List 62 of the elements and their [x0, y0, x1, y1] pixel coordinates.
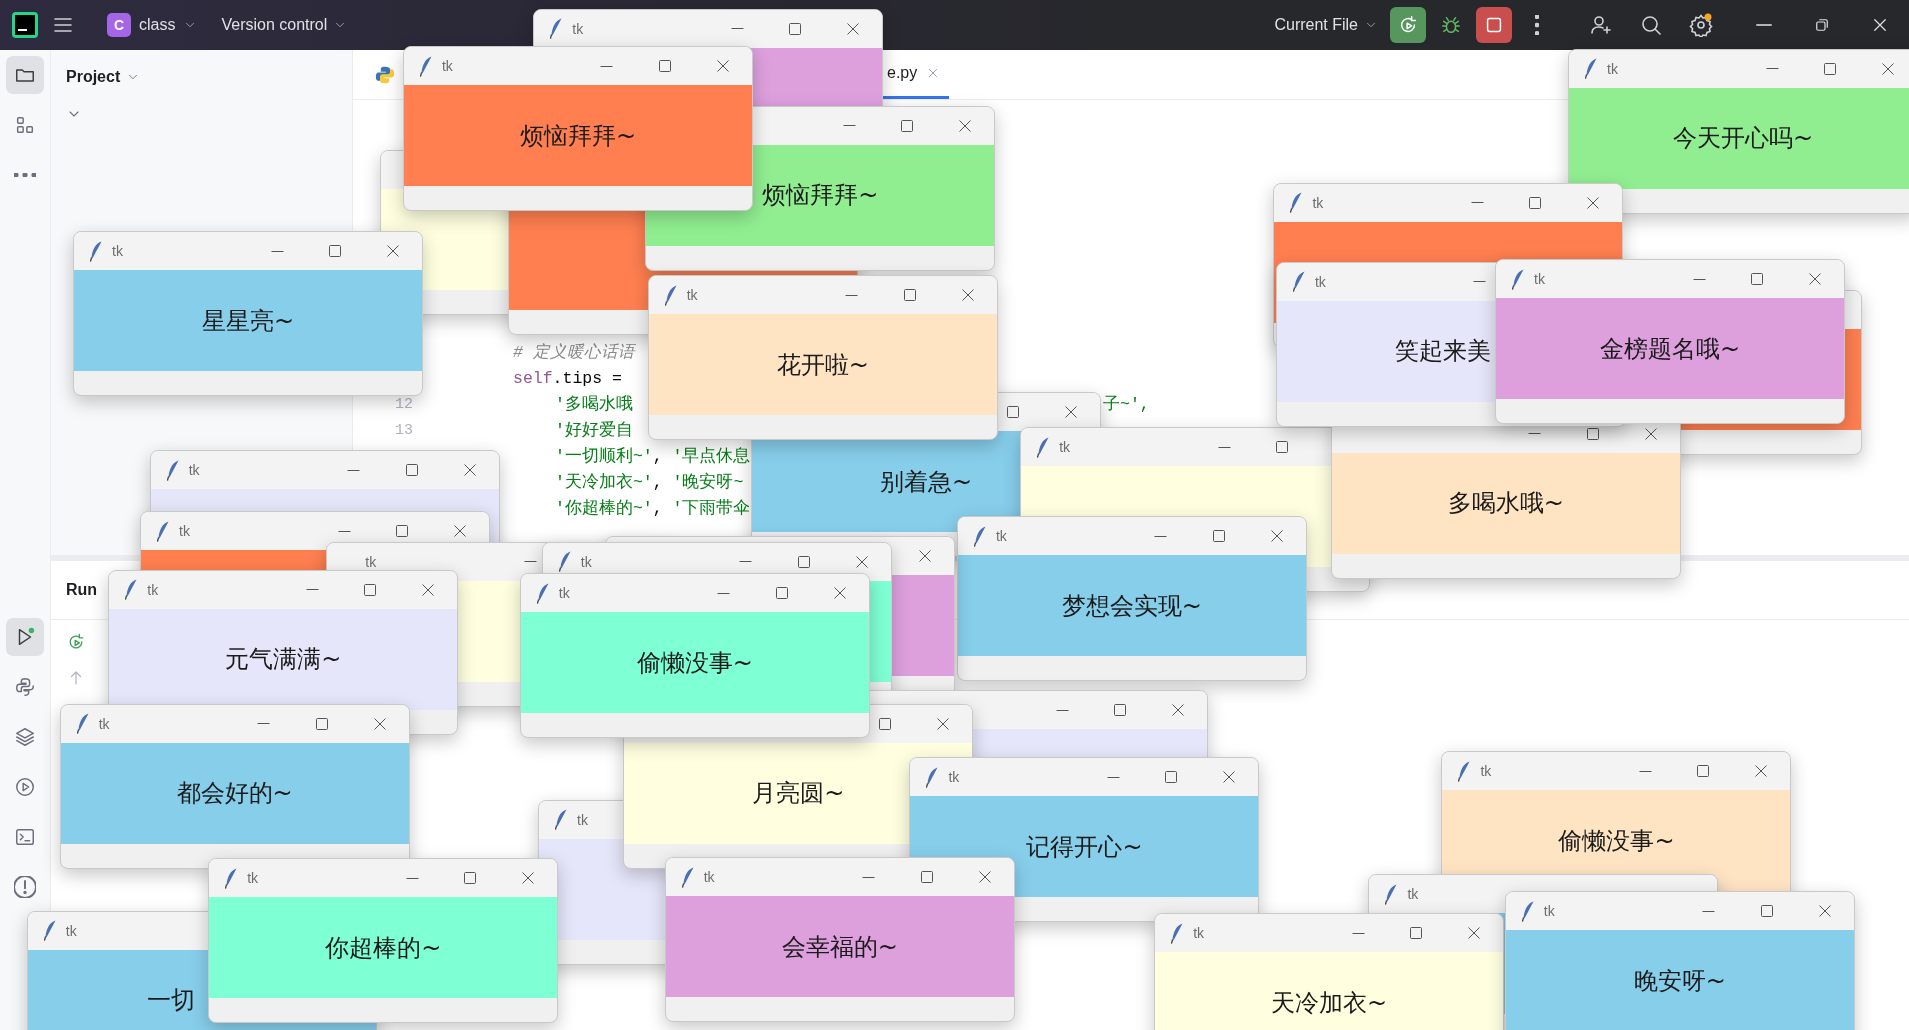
window-title: tk: [558, 585, 570, 602]
message-text: 偷懒没事~: [636, 647, 753, 679]
window-title: tk: [1059, 439, 1071, 456]
message-text: 多喝水哦~: [1447, 488, 1564, 520]
window-title: tk: [1480, 763, 1492, 780]
message-text: 烦恼拜拜~: [519, 120, 636, 152]
message-text: 你超棒的~: [325, 932, 442, 964]
window-title: tk: [995, 528, 1007, 545]
run-config-selector[interactable]: Current File: [1274, 16, 1378, 34]
window-title: tk: [703, 869, 715, 886]
code-line: '好好爱自: [555, 420, 633, 441]
project-panel-title[interactable]: Project: [66, 68, 141, 86]
window-title: tk: [572, 20, 584, 37]
window-title: tk: [441, 58, 453, 75]
window-title: tk: [1193, 925, 1205, 942]
message-text: 别着急~: [880, 466, 973, 498]
project-selector[interactable]: C class: [107, 13, 198, 37]
message-text: 天冷加衣~: [1271, 987, 1388, 1019]
message-text: 今天开心吗~: [1673, 123, 1814, 155]
code-line: '多喝水哦: [555, 394, 633, 415]
window-title: tk: [179, 523, 190, 540]
window-title: tk: [112, 243, 123, 260]
message-text: 一切: [146, 985, 195, 1017]
message-text: 会幸福的~: [781, 931, 898, 963]
message-text: 金榜题名哦~: [1600, 333, 1741, 365]
window-title: tk: [188, 462, 200, 479]
window-title: tk: [147, 581, 159, 598]
message-text: 记得开心~: [1026, 831, 1143, 863]
message-text: 偷懒没事~: [1558, 825, 1675, 857]
window-title: tk: [577, 811, 588, 828]
window-title: tk: [1312, 194, 1324, 211]
window-title: tk: [1314, 273, 1326, 290]
message-text: 都会好的~: [176, 778, 293, 810]
run-panel-title: Run: [66, 581, 98, 599]
window-title: tk: [365, 553, 377, 570]
window-title: tk: [1407, 886, 1419, 903]
code-line: '一切顺利~', '早点休息: [555, 446, 751, 467]
code-line: # 定义暖心话语: [513, 342, 635, 363]
line-number: 12: [394, 395, 413, 413]
message-text: 烦恼拜拜~: [762, 180, 879, 212]
code-line: 子~',: [1103, 394, 1150, 415]
message-text: 星星亮~: [202, 305, 295, 337]
window-title: tk: [948, 769, 960, 786]
message-text: 笑起来美: [1394, 336, 1491, 368]
window-title: tk: [1543, 903, 1555, 920]
message-text: 元气满满~: [225, 644, 342, 676]
window-title: tk: [1534, 271, 1545, 288]
message-text: 月亮圆~: [752, 778, 845, 810]
line-number: 13: [394, 421, 413, 439]
message-text: 花开啦~: [776, 349, 869, 381]
window-title: tk: [1607, 60, 1618, 77]
message-text: 晚安呀~: [1633, 965, 1726, 997]
window-title: tk: [98, 715, 110, 732]
message-text: 梦想会实现~: [1061, 590, 1202, 622]
window-title: tk: [247, 870, 259, 887]
window-title: tk: [65, 922, 77, 939]
code-line: self.tips =: [513, 368, 622, 388]
code-line: '你超棒的~', '下雨带伞: [555, 498, 751, 519]
code-line: '天冷加衣~', '晚安呀~: [555, 471, 744, 493]
window-title: tk: [686, 287, 698, 304]
version-control-menu[interactable]: Version control: [221, 16, 348, 34]
window-title: tk: [580, 553, 592, 570]
